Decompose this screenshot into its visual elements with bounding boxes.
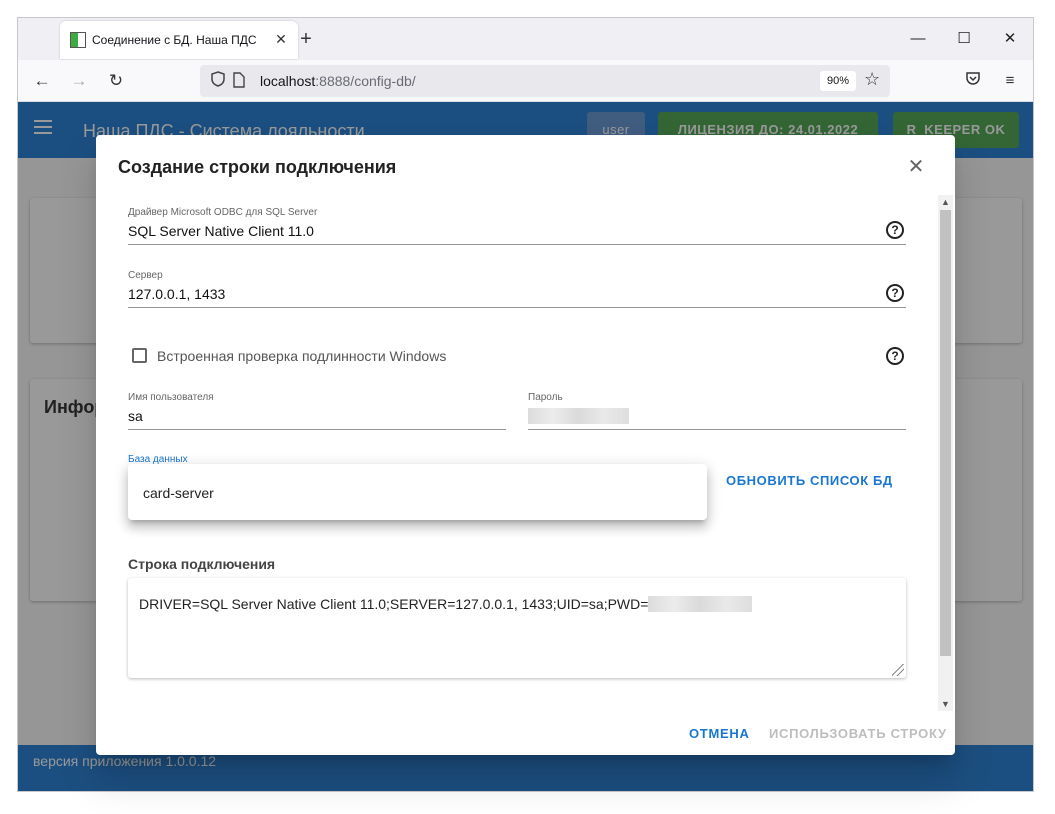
shield-icon[interactable]	[208, 71, 228, 91]
scroll-down-icon[interactable]: ▼	[938, 697, 953, 711]
menu-icon[interactable]: ≡	[998, 70, 1022, 92]
back-icon[interactable]: ←	[30, 70, 54, 92]
username-label: Имя пользователя	[128, 392, 214, 403]
use-string-button[interactable]: ИСПОЛЬЗОВАТЬ СТРОКУ	[769, 726, 947, 741]
password-masked-value[interactable]	[528, 408, 629, 424]
database-option[interactable]: card-server	[143, 485, 214, 501]
driver-label: Драйвер Microsoft ODBC для SQL Server	[128, 207, 318, 218]
scroll-thumb[interactable]	[940, 210, 951, 656]
favicon-icon	[70, 32, 86, 48]
forward-icon[interactable]: →	[67, 70, 91, 92]
url-text[interactable]: localhost:8888/config-db/	[260, 73, 416, 89]
url-bar[interactable]: localhost:8888/config-db/ 90% ☆	[200, 65, 890, 97]
minimize-icon[interactable]: —	[898, 28, 938, 50]
pocket-icon[interactable]	[961, 70, 985, 92]
windows-auth-help-icon[interactable]: ?	[886, 347, 904, 365]
driver-help-icon[interactable]: ?	[886, 221, 904, 239]
browser-toolbar: ← → ↻ localhost:8888/config-db/ 90% ☆ ≡	[18, 60, 1033, 102]
connection-string-heading: Строка подключения	[128, 556, 276, 572]
cancel-button[interactable]: ОТМЕНА	[689, 726, 750, 741]
dialog-scrollbar[interactable]: ▲ ▼	[938, 195, 953, 711]
bookmark-star-icon[interactable]: ☆	[864, 69, 880, 90]
windows-auth-label[interactable]: Встроенная проверка подлинности Windows	[157, 348, 446, 364]
server-field[interactable]: Сервер 127.0.0.1, 1433 ?	[128, 270, 906, 308]
maximize-icon[interactable]: ☐	[944, 28, 984, 50]
browser-tab[interactable]: Соединение с БД. Наша ПДС ✕	[60, 21, 298, 59]
server-help-icon[interactable]: ?	[886, 284, 904, 302]
database-dropdown-menu: card-server	[128, 464, 707, 520]
connection-dialog: Создание строки подключения ✕ Драйвер Mi…	[96, 135, 955, 755]
server-label: Сервер	[128, 270, 163, 281]
scroll-up-icon[interactable]: ▲	[938, 195, 953, 209]
page-icon	[233, 72, 247, 90]
password-field[interactable]: Пароль	[528, 392, 906, 430]
connection-string-textarea[interactable]: DRIVER=SQL Server Native Client 11.0;SER…	[128, 578, 906, 678]
password-label: Пароль	[528, 392, 563, 403]
driver-value[interactable]: SQL Server Native Client 11.0	[128, 223, 314, 239]
browser-titlebar: Соединение с БД. Наша ПДС ✕ + — ☐ ✕	[18, 18, 1033, 60]
dialog-title: Создание строки подключения	[118, 157, 397, 177]
server-value[interactable]: 127.0.0.1, 1433	[128, 286, 225, 302]
new-tab-button[interactable]: +	[294, 28, 318, 52]
reload-icon[interactable]: ↻	[104, 70, 128, 92]
username-value[interactable]: sa	[128, 408, 143, 424]
resize-grip-icon[interactable]	[892, 664, 904, 676]
username-field[interactable]: Имя пользователя sa	[128, 392, 506, 430]
window-close-icon[interactable]: ✕	[990, 28, 1030, 50]
zoom-level-badge[interactable]: 90%	[820, 71, 856, 91]
tab-title: Соединение с БД. Наша ПДС	[92, 33, 257, 47]
dialog-close-icon[interactable]: ✕	[904, 155, 928, 179]
driver-field[interactable]: Драйвер Microsoft ODBC для SQL Server SQ…	[128, 207, 906, 245]
refresh-db-list-button[interactable]: ОБНОВИТЬ СПИСОК БД	[726, 473, 893, 493]
connection-string-value[interactable]: DRIVER=SQL Server Native Client 11.0;SER…	[139, 593, 753, 612]
windows-auth-checkbox[interactable]	[132, 348, 147, 363]
tab-close-icon[interactable]: ✕	[272, 30, 290, 48]
connection-password-masked	[648, 596, 753, 612]
